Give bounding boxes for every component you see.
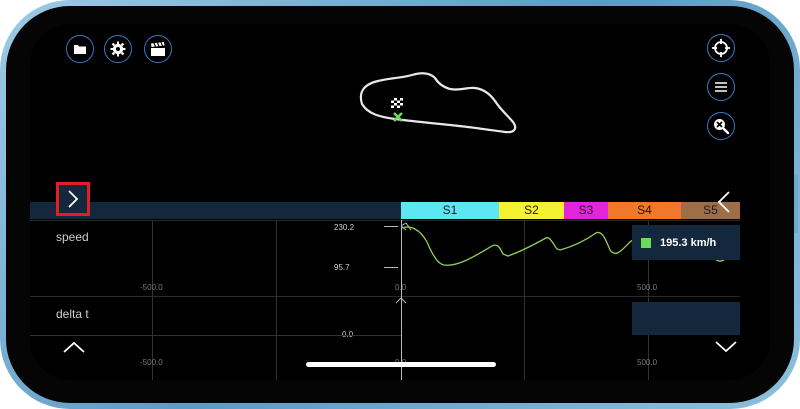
delta-panel-title: delta t: [56, 307, 89, 321]
chevron-up-icon: [63, 341, 85, 353]
app-screen: S1 S2 S3 S4 S5 speed 230.2 95.7 -500.0 0…: [30, 24, 770, 380]
scroll-down-button[interactable]: [714, 338, 738, 356]
delta-x-tick: 500.0: [637, 358, 658, 367]
side-button: [794, 175, 798, 233]
zero-line: [30, 335, 401, 336]
speed-legend-swatch: [641, 237, 651, 248]
scroll-up-button[interactable]: [62, 338, 86, 356]
delta-readout: [632, 302, 740, 335]
speed-value: 195.3 km/h: [660, 236, 717, 249]
delta-x-tick: -500.0: [140, 358, 163, 367]
speed-readout: 195.3 km/h: [632, 225, 740, 260]
delta-cursor-marker: [395, 297, 407, 304]
home-indicator[interactable]: [306, 362, 496, 367]
chevron-down-icon: [715, 341, 737, 353]
